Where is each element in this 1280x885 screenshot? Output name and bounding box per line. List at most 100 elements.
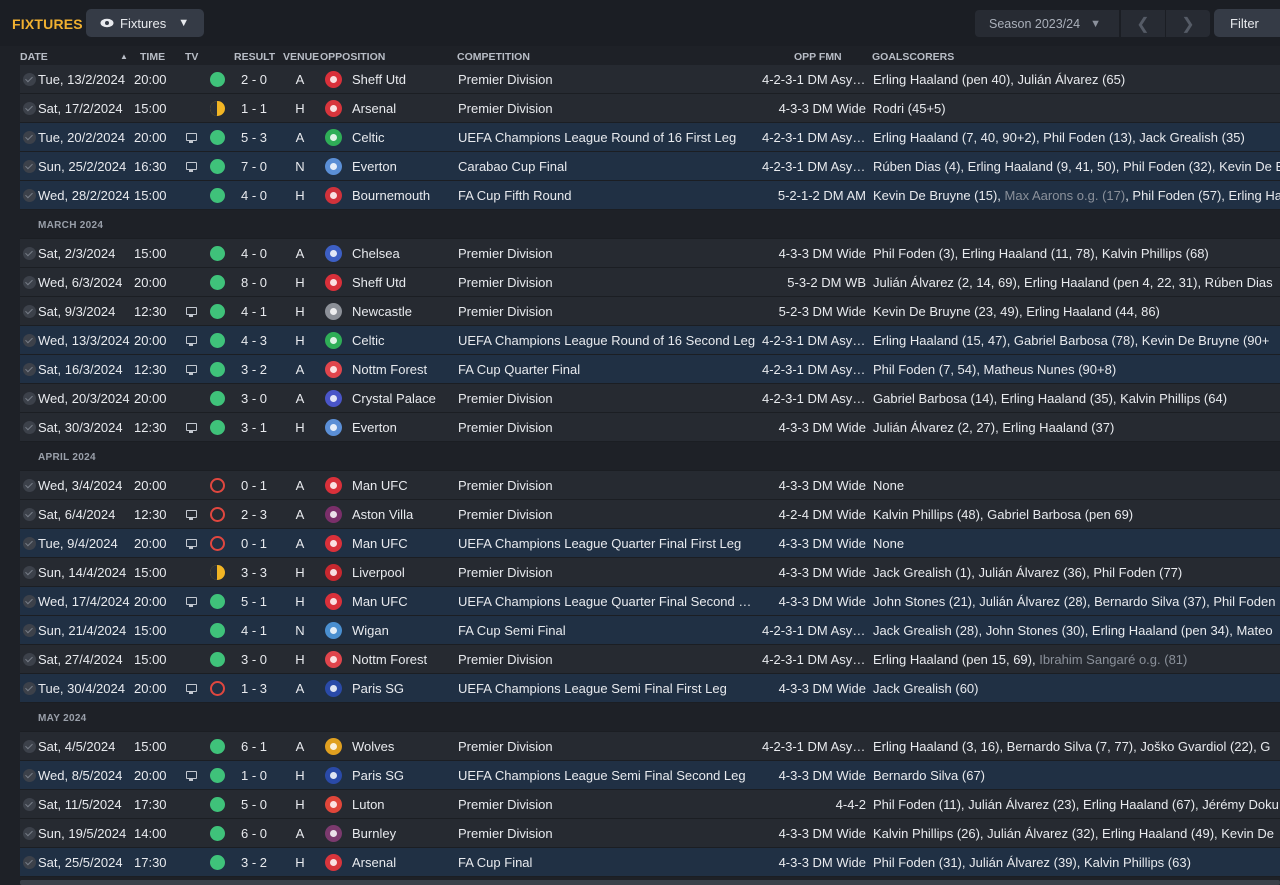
scorer-text[interactable]: Jack Grealish (1), Julián Álvarez (36), … [873,565,1182,580]
fixture-row[interactable]: Wed, 13/3/2024 20:00 4 - 3 H Celtic UEFA Cham… [20,326,1280,355]
fixture-score[interactable]: 8 - 0 [232,275,276,290]
fixture-score[interactable]: 6 - 1 [232,739,276,754]
club-badge-icon[interactable] [325,854,342,871]
competition-link[interactable]: Premier Division [458,797,756,812]
fixture-score[interactable]: 0 - 1 [232,478,276,493]
fixture-row[interactable]: Sat, 16/3/2024 12:30 3 - 2 A Nottm Forest FA … [20,355,1280,384]
own-goal-scorer[interactable]: Max Aarons o.g. (17) [1005,188,1126,203]
opponent-link[interactable]: Newcastle [352,304,412,319]
club-badge-icon[interactable] [325,158,342,175]
competition-link[interactable]: FA Cup Final [458,855,756,870]
club-badge-icon[interactable] [325,680,342,697]
club-badge-icon[interactable] [325,767,342,784]
opponent-link[interactable]: Everton [352,420,397,435]
fixture-score[interactable]: 3 - 0 [232,652,276,667]
opponent-link[interactable]: Paris SG [352,768,404,783]
competition-link[interactable]: Premier Division [458,101,756,116]
fixture-score[interactable]: 5 - 3 [232,130,276,145]
competition-link[interactable]: Premier Division [458,275,756,290]
fixture-score[interactable]: 3 - 1 [232,420,276,435]
competition-link[interactable]: Premier Division [458,72,756,87]
opponent-link[interactable]: Bournemouth [352,188,430,203]
opponent-link[interactable]: Paris SG [352,681,404,696]
scorer-text[interactable]: Rodri (45+5) [873,101,946,116]
fixture-row[interactable]: Tue, 20/2/2024 20:00 5 - 3 A Celtic UEFA Cham… [20,123,1280,152]
fixture-row[interactable]: Wed, 20/3/2024 20:00 3 - 0 A Crystal Palace P… [20,384,1280,413]
club-badge-icon[interactable] [325,622,342,639]
opponent-link[interactable]: Aston Villa [352,507,413,522]
scorer-text[interactable]: Erling Haaland (pen 15, 69), [873,652,1039,667]
scorer-text[interactable]: Erling Haaland (15, 47), Gabriel Barbosa… [873,333,1269,348]
club-badge-icon[interactable] [325,535,342,552]
opponent-link[interactable]: Celtic [352,130,385,145]
opponent-link[interactable]: Liverpool [352,565,405,580]
opponent-link[interactable]: Wigan [352,623,389,638]
club-badge-icon[interactable] [325,303,342,320]
competition-link[interactable]: UEFA Champions League Round of 16 Second… [458,333,756,348]
scorer-text[interactable]: Phil Foden (3), Erling Haaland (11, 78),… [873,246,1209,261]
fixture-score[interactable]: 4 - 0 [232,246,276,261]
scorer-text[interactable]: Kevin De Bruyne (15), [873,188,1005,203]
fixture-row[interactable]: Sun, 14/4/2024 15:00 3 - 3 H Liverpool Premie… [20,558,1280,587]
competition-link[interactable]: FA Cup Quarter Final [458,362,756,377]
fixture-row[interactable]: Wed, 3/4/2024 20:00 0 - 1 A Man UFC Premier D… [20,471,1280,500]
competition-link[interactable]: UEFA Champions League Round of 16 First … [458,130,756,145]
competition-link[interactable]: UEFA Champions League Quarter Final Firs… [458,536,756,551]
scorer-text[interactable]: Phil Foden (7, 54), Matheus Nunes (90+8) [873,362,1116,377]
scorer-text[interactable]: Jack Grealish (60) [873,681,978,696]
fixture-score[interactable]: 0 - 1 [232,536,276,551]
opponent-link[interactable]: Wolves [352,739,394,754]
fixture-score[interactable]: 2 - 0 [232,72,276,87]
fixture-row[interactable]: Sat, 9/3/2024 12:30 4 - 1 H Newcastle Premier… [20,297,1280,326]
scorer-text[interactable]: Erling Haaland (3, 16), Bernardo Silva (… [873,739,1270,754]
fixture-score[interactable]: 3 - 2 [232,855,276,870]
fixture-score[interactable]: 3 - 2 [232,362,276,377]
fixture-row[interactable]: Wed, 28/2/2024 15:00 4 - 0 H Bournemouth FA C… [20,181,1280,210]
opponent-link[interactable]: Man UFC [352,594,408,609]
club-badge-icon[interactable] [325,796,342,813]
scorer-text[interactable]: John Stones (21), Julián Álvarez (28), B… [873,594,1275,609]
fixture-row[interactable]: Wed, 6/3/2024 20:00 8 - 0 H Sheff Utd Premier… [20,268,1280,297]
fixture-row[interactable]: Sun, 21/4/2024 15:00 4 - 1 N Wigan FA Cup Sem… [20,616,1280,645]
club-badge-icon[interactable] [325,738,342,755]
view-dropdown[interactable]: Fixtures ▼ [86,9,204,37]
club-badge-icon[interactable] [325,129,342,146]
competition-link[interactable]: Carabao Cup Final [458,159,756,174]
column-goalscorers[interactable]: GOALSCORERS [872,51,954,63]
fixture-score[interactable]: 4 - 0 [232,188,276,203]
club-badge-icon[interactable] [325,71,342,88]
fixture-score[interactable]: 4 - 1 [232,623,276,638]
fixture-score[interactable]: 1 - 0 [232,768,276,783]
column-tv[interactable]: TV [185,51,198,63]
fixture-row[interactable]: Tue, 13/2/2024 20:00 2 - 0 A Sheff Utd Premie… [20,65,1280,94]
club-badge-icon[interactable] [325,100,342,117]
scorer-text[interactable]: Bernardo Silva (67) [873,768,985,783]
competition-link[interactable]: Premier Division [458,420,756,435]
competition-link[interactable]: UEFA Champions League Semi Final Second … [458,768,756,783]
club-badge-icon[interactable] [325,825,342,842]
competition-link[interactable]: UEFA Champions League Semi Final First L… [458,681,756,696]
competition-link[interactable]: UEFA Champions League Quarter Final Seco… [458,594,756,609]
fixture-score[interactable]: 6 - 0 [232,826,276,841]
next-season-button[interactable]: ❯ [1166,10,1210,37]
scorer-text[interactable]: Phil Foden (31), Julián Álvarez (39), Ka… [873,855,1191,870]
club-badge-icon[interactable] [325,506,342,523]
club-badge-icon[interactable] [325,390,342,407]
scorer-text[interactable]: Rúben Dias (4), Erling Haaland (9, 41, 5… [873,159,1280,174]
fixture-row[interactable]: Sat, 25/5/2024 17:30 3 - 2 H Arsenal FA Cup F… [20,848,1280,877]
column-venue[interactable]: VENUE [283,51,319,63]
fixture-row[interactable]: Sun, 25/2/2024 16:30 7 - 0 N Everton Carabao … [20,152,1280,181]
opponent-link[interactable]: Chelsea [352,246,400,261]
opponent-link[interactable]: Burnley [352,826,396,841]
opponent-link[interactable]: Man UFC [352,536,408,551]
competition-link[interactable]: Premier Division [458,391,756,406]
club-badge-icon[interactable] [325,361,342,378]
fixture-score[interactable]: 4 - 1 [232,304,276,319]
fixture-row[interactable]: Wed, 17/4/2024 20:00 5 - 1 H Man UFC UEFA Cha… [20,587,1280,616]
competition-link[interactable]: Premier Division [458,652,756,667]
sort-ascending-icon[interactable]: ▲ [120,52,128,61]
competition-link[interactable]: Premier Division [458,565,756,580]
column-competition[interactable]: COMPETITION [457,51,530,63]
horizontal-scrollbar[interactable] [20,880,1280,885]
fixture-row[interactable]: Sat, 17/2/2024 15:00 1 - 1 H Arsenal Premier … [20,94,1280,123]
